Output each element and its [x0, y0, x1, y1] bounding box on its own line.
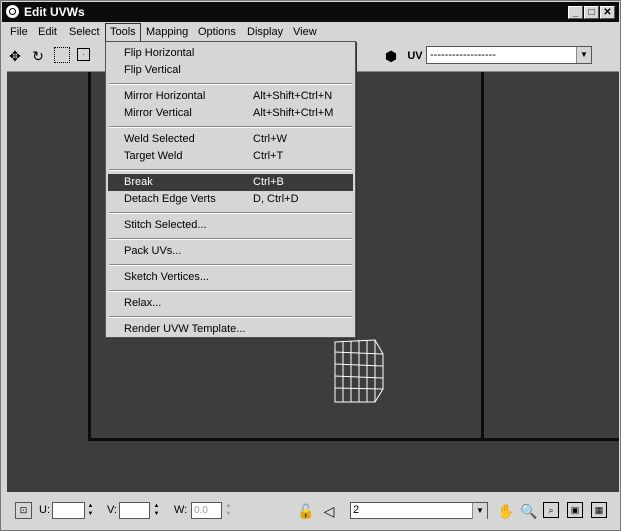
element-combo-value: 2	[353, 504, 360, 516]
uv-label: UV	[407, 50, 423, 62]
menu-display[interactable]: Display	[243, 24, 287, 40]
filter-icon[interactable]: ◁	[320, 502, 338, 520]
menu-mapping[interactable]: Mapping	[142, 24, 192, 40]
zoom-icon[interactable]: 🔍	[520, 502, 538, 520]
tools-menu-item[interactable]: Pack UVs...	[108, 243, 353, 260]
status-bar: ⊡ U: ▲ ▼ V: ▲ ▼ W: 0.0 ▲ ▼ 🔓 ◁ 2 ▼ ✋ 🔍 ⌕ ▣ …	[2, 493, 619, 529]
uv-border-bottom	[88, 438, 619, 441]
rotate-icon[interactable]: ↻	[29, 47, 47, 65]
tools-menu-item[interactable]: Sketch Vertices...	[108, 269, 353, 286]
u-label: U:	[39, 504, 50, 516]
menu-separator	[109, 316, 352, 318]
tools-menu-item[interactable]: Weld Selected Ctrl+W	[108, 131, 353, 148]
tools-menu-item[interactable]: Detach Edge Verts D, Ctrl+D	[108, 191, 353, 208]
tools-menu: Flip Horizontal Flip Vertical Mirror Hor…	[105, 41, 356, 338]
v-spinner[interactable]: ▲ ▼	[152, 502, 161, 519]
zoom-extents-icon[interactable]: ▣	[567, 502, 583, 518]
menu-separator	[109, 212, 352, 214]
tools-menu-item[interactable]: Mirror Horizontal Alt+Shift+Ctrl+N	[108, 88, 353, 105]
menu-tools[interactable]: Tools	[105, 23, 141, 41]
map-channel-value: ------------------	[430, 49, 496, 61]
menu-edit[interactable]: Edit	[34, 24, 61, 40]
zoom-region-icon[interactable]: ⌕	[543, 502, 559, 518]
lock-icon[interactable]: 🔓	[297, 502, 315, 520]
menu-select[interactable]: Select	[65, 24, 104, 40]
v-label: V:	[107, 504, 117, 516]
u-field[interactable]	[52, 502, 85, 519]
chevron-down-icon[interactable]: ▼	[576, 47, 591, 63]
window-title: Edit UVWs	[24, 5, 85, 19]
scale-icon[interactable]	[54, 47, 70, 63]
element-combo[interactable]: 2 ▼	[350, 502, 488, 519]
tools-menu-item[interactable]: Flip Vertical	[108, 62, 353, 79]
tools-menu-item[interactable]: Relax...	[108, 295, 353, 312]
close-button[interactable]: ✕	[600, 6, 615, 19]
menu-bar: File Edit Select Tools Mapping Options D…	[2, 23, 619, 41]
pan-hand-icon[interactable]: ✋	[497, 502, 515, 520]
tools-menu-item[interactable]: Target Weld Ctrl+T	[108, 148, 353, 165]
menu-view[interactable]: View	[289, 24, 321, 40]
absolute-offset-icon[interactable]: ⊡	[15, 502, 32, 519]
menu-separator	[109, 126, 352, 128]
w-spinner[interactable]: ▲ ▼	[224, 502, 233, 519]
menu-file[interactable]: File	[6, 24, 32, 40]
menu-options[interactable]: Options	[194, 24, 240, 40]
minimize-button[interactable]: _	[568, 6, 583, 19]
chevron-down-icon[interactable]: ▼	[472, 503, 487, 519]
checker-cube-icon[interactable]: ⬢	[382, 47, 400, 65]
w-field[interactable]: 0.0	[191, 502, 222, 519]
tools-menu-item[interactable]: Flip Horizontal	[108, 45, 353, 62]
tools-menu-item[interactable]: Stitch Selected...	[108, 217, 353, 234]
menu-separator	[109, 264, 352, 266]
map-channel-combo[interactable]: ------------------ ▼	[426, 46, 592, 64]
grid-snap-icon[interactable]: ▦	[591, 502, 607, 518]
menu-separator	[109, 290, 352, 292]
maximize-button[interactable]: □	[584, 6, 599, 19]
u-spinner[interactable]: ▲ ▼	[86, 502, 95, 519]
move-icon[interactable]: ✥	[6, 47, 24, 65]
title-bar[interactable]: Edit UVWs _ □ ✕	[2, 2, 619, 22]
app-icon	[6, 5, 19, 18]
uv-border-right	[481, 72, 484, 441]
uv-border-left	[88, 72, 91, 441]
uv-mesh[interactable]	[327, 334, 387, 406]
tools-menu-item[interactable]: Render UVW Template...	[108, 321, 353, 338]
tools-menu-item-break[interactable]: Break Ctrl+B	[108, 174, 353, 191]
menu-separator	[109, 238, 352, 240]
tools-menu-item[interactable]: Mirror Vertical Alt+Shift+Ctrl+M	[108, 105, 353, 122]
v-field[interactable]	[119, 502, 150, 519]
freeform-icon[interactable]: ·	[77, 48, 90, 61]
menu-separator	[109, 83, 352, 85]
edit-uvws-window: Edit UVWs _ □ ✕ File Edit Select Tools M…	[0, 0, 621, 531]
menu-separator	[109, 169, 352, 171]
w-label: W:	[174, 504, 188, 516]
